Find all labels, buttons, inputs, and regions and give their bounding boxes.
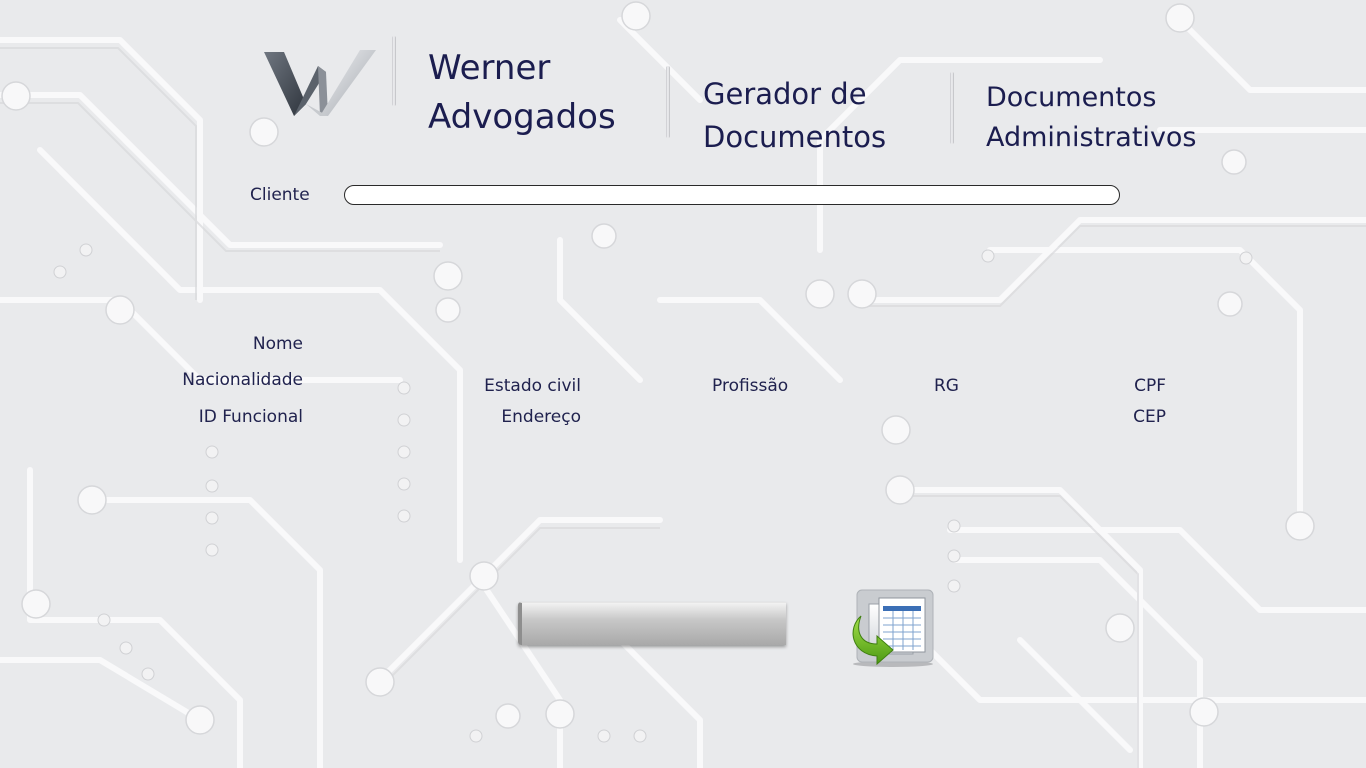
header-separator [392, 36, 396, 106]
profissao-label: Profissão [712, 376, 789, 396]
id-funcional-label: ID Funcional [198, 407, 303, 427]
cpf-label: CPF [1134, 376, 1166, 396]
client-input[interactable] [344, 185, 1120, 205]
section-title-line-2: Administrativos [986, 122, 1197, 153]
cep-label: CEP [1133, 407, 1166, 427]
logo-icon [264, 50, 376, 116]
brand-name: Werner Advogados [428, 44, 616, 142]
nome-label: Nome [252, 334, 303, 354]
endereco-label: Endereço [501, 407, 581, 427]
header-separator [950, 72, 954, 144]
header-separator [666, 66, 670, 138]
section-title: Documentos Administrativos [986, 78, 1197, 158]
client-label: Cliente [250, 185, 310, 205]
brand-line-2: Advogados [428, 97, 616, 137]
module-title: Gerador de Documentos [703, 73, 886, 159]
module-title-line-2: Documentos [703, 120, 887, 154]
module-title-line-1: Gerador de [703, 77, 867, 111]
export-button[interactable] [845, 588, 937, 668]
werner-logo [262, 44, 380, 120]
generate-button[interactable] [518, 602, 786, 645]
estado-civil-label: Estado civil [484, 376, 581, 396]
nacionalidade-label: Nacionalidade [182, 370, 303, 390]
rg-label: RG [934, 376, 959, 396]
export-spreadsheet-icon [852, 589, 934, 667]
brand-line-1: Werner [428, 48, 551, 88]
section-title-line-1: Documentos [986, 82, 1157, 113]
